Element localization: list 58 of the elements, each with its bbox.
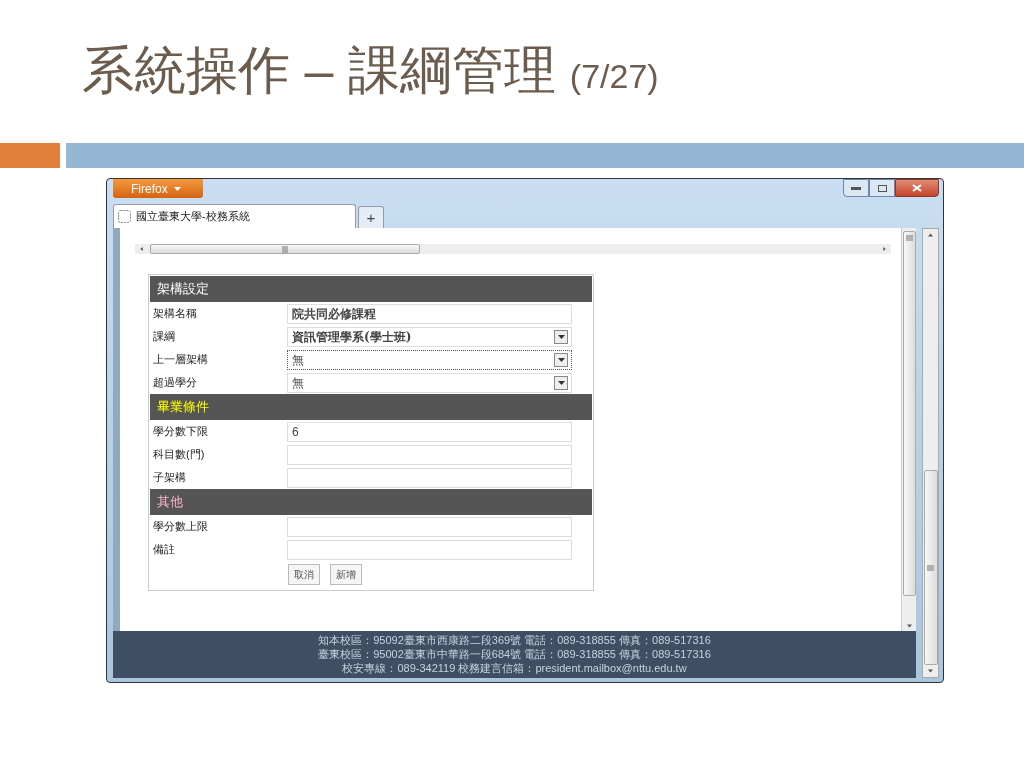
scroll-up-icon[interactable]: [928, 233, 933, 237]
caret-icon: [173, 186, 181, 191]
text-field[interactable]: 6: [287, 421, 572, 442]
accent-bar: [0, 143, 60, 168]
page-icon: [118, 210, 131, 223]
scroll-left-icon[interactable]: [139, 247, 144, 251]
close-icon: [912, 184, 922, 192]
field-value: 無: [292, 351, 304, 369]
outer-vertical-scrollbar[interactable]: [922, 228, 939, 678]
grip-icon: [927, 564, 934, 571]
inner-vertical-scrollbar[interactable]: [901, 228, 916, 631]
field-value: 6: [292, 423, 299, 441]
text-field[interactable]: [287, 516, 572, 537]
grip-icon: [905, 235, 913, 241]
horizontal-scrollbar[interactable]: [135, 244, 891, 254]
footer-text: 知本校區：95092臺東市西康路二段369號 電話：089-318855 傳真：089-517316: [318, 634, 711, 647]
field-value: 無: [292, 374, 304, 392]
new-tab-button[interactable]: +: [358, 206, 384, 228]
browser-tab[interactable]: 國立臺東大學-校務系統: [113, 204, 356, 228]
section-title: 架構設定: [157, 280, 209, 299]
close-button[interactable]: [895, 179, 939, 197]
field-label: 架構名稱: [152, 306, 198, 322]
text-field[interactable]: [287, 444, 572, 465]
field-label: 備註: [152, 542, 176, 558]
field-label: 學分數上限: [152, 519, 209, 535]
field-label: 上一層架構: [152, 352, 209, 368]
page-number: (7/27): [569, 59, 659, 93]
field-label: 學分數下限: [152, 424, 209, 440]
minimize-icon: [851, 186, 861, 190]
text-field[interactable]: [287, 539, 572, 560]
scrollbar-thumb[interactable]: [923, 470, 938, 665]
select-field[interactable]: 無: [287, 349, 572, 370]
minimize-button[interactable]: [843, 179, 869, 197]
section-title: 其他: [157, 493, 183, 512]
form-button[interactable]: 取消: [288, 563, 320, 585]
maximize-button[interactable]: [869, 179, 895, 197]
field-label: 超過學分: [152, 375, 198, 391]
maximize-icon: [877, 184, 887, 192]
grip-icon: [282, 245, 288, 253]
form-button[interactable]: 新增: [330, 563, 362, 585]
scrollbar-thumb[interactable]: [150, 244, 420, 254]
field-value: 資訊管理學系(學士班): [292, 328, 412, 346]
scroll-down-icon[interactable]: [928, 669, 933, 673]
scroll-right-icon[interactable]: [882, 247, 887, 251]
scroll-down-icon[interactable]: [906, 624, 912, 628]
select-field[interactable]: 無: [287, 372, 572, 393]
footer-text: 臺東校區：95002臺東市中華路一段684號 電話：089-318855 傳真：089-517316: [318, 648, 711, 661]
section-title: 畢業條件: [157, 398, 209, 417]
field-label: 科目數(門): [152, 447, 206, 463]
text-field[interactable]: 院共同必修課程: [287, 303, 572, 324]
text-field[interactable]: [287, 467, 572, 488]
footer-text: 校安專線：089-342119 校務建言信箱：president.mailbox@nttu.edu.tw: [342, 662, 687, 675]
slide-title: 系統操作 – 課綱管理: [82, 44, 556, 96]
field-label: 子架構: [152, 470, 187, 486]
select-field[interactable]: 資訊管理學系(學士班): [287, 326, 572, 347]
scrollbar-thumb[interactable]: [902, 231, 916, 596]
field-value: 院共同必修課程: [292, 305, 376, 323]
field-label: 課綱: [152, 329, 176, 345]
